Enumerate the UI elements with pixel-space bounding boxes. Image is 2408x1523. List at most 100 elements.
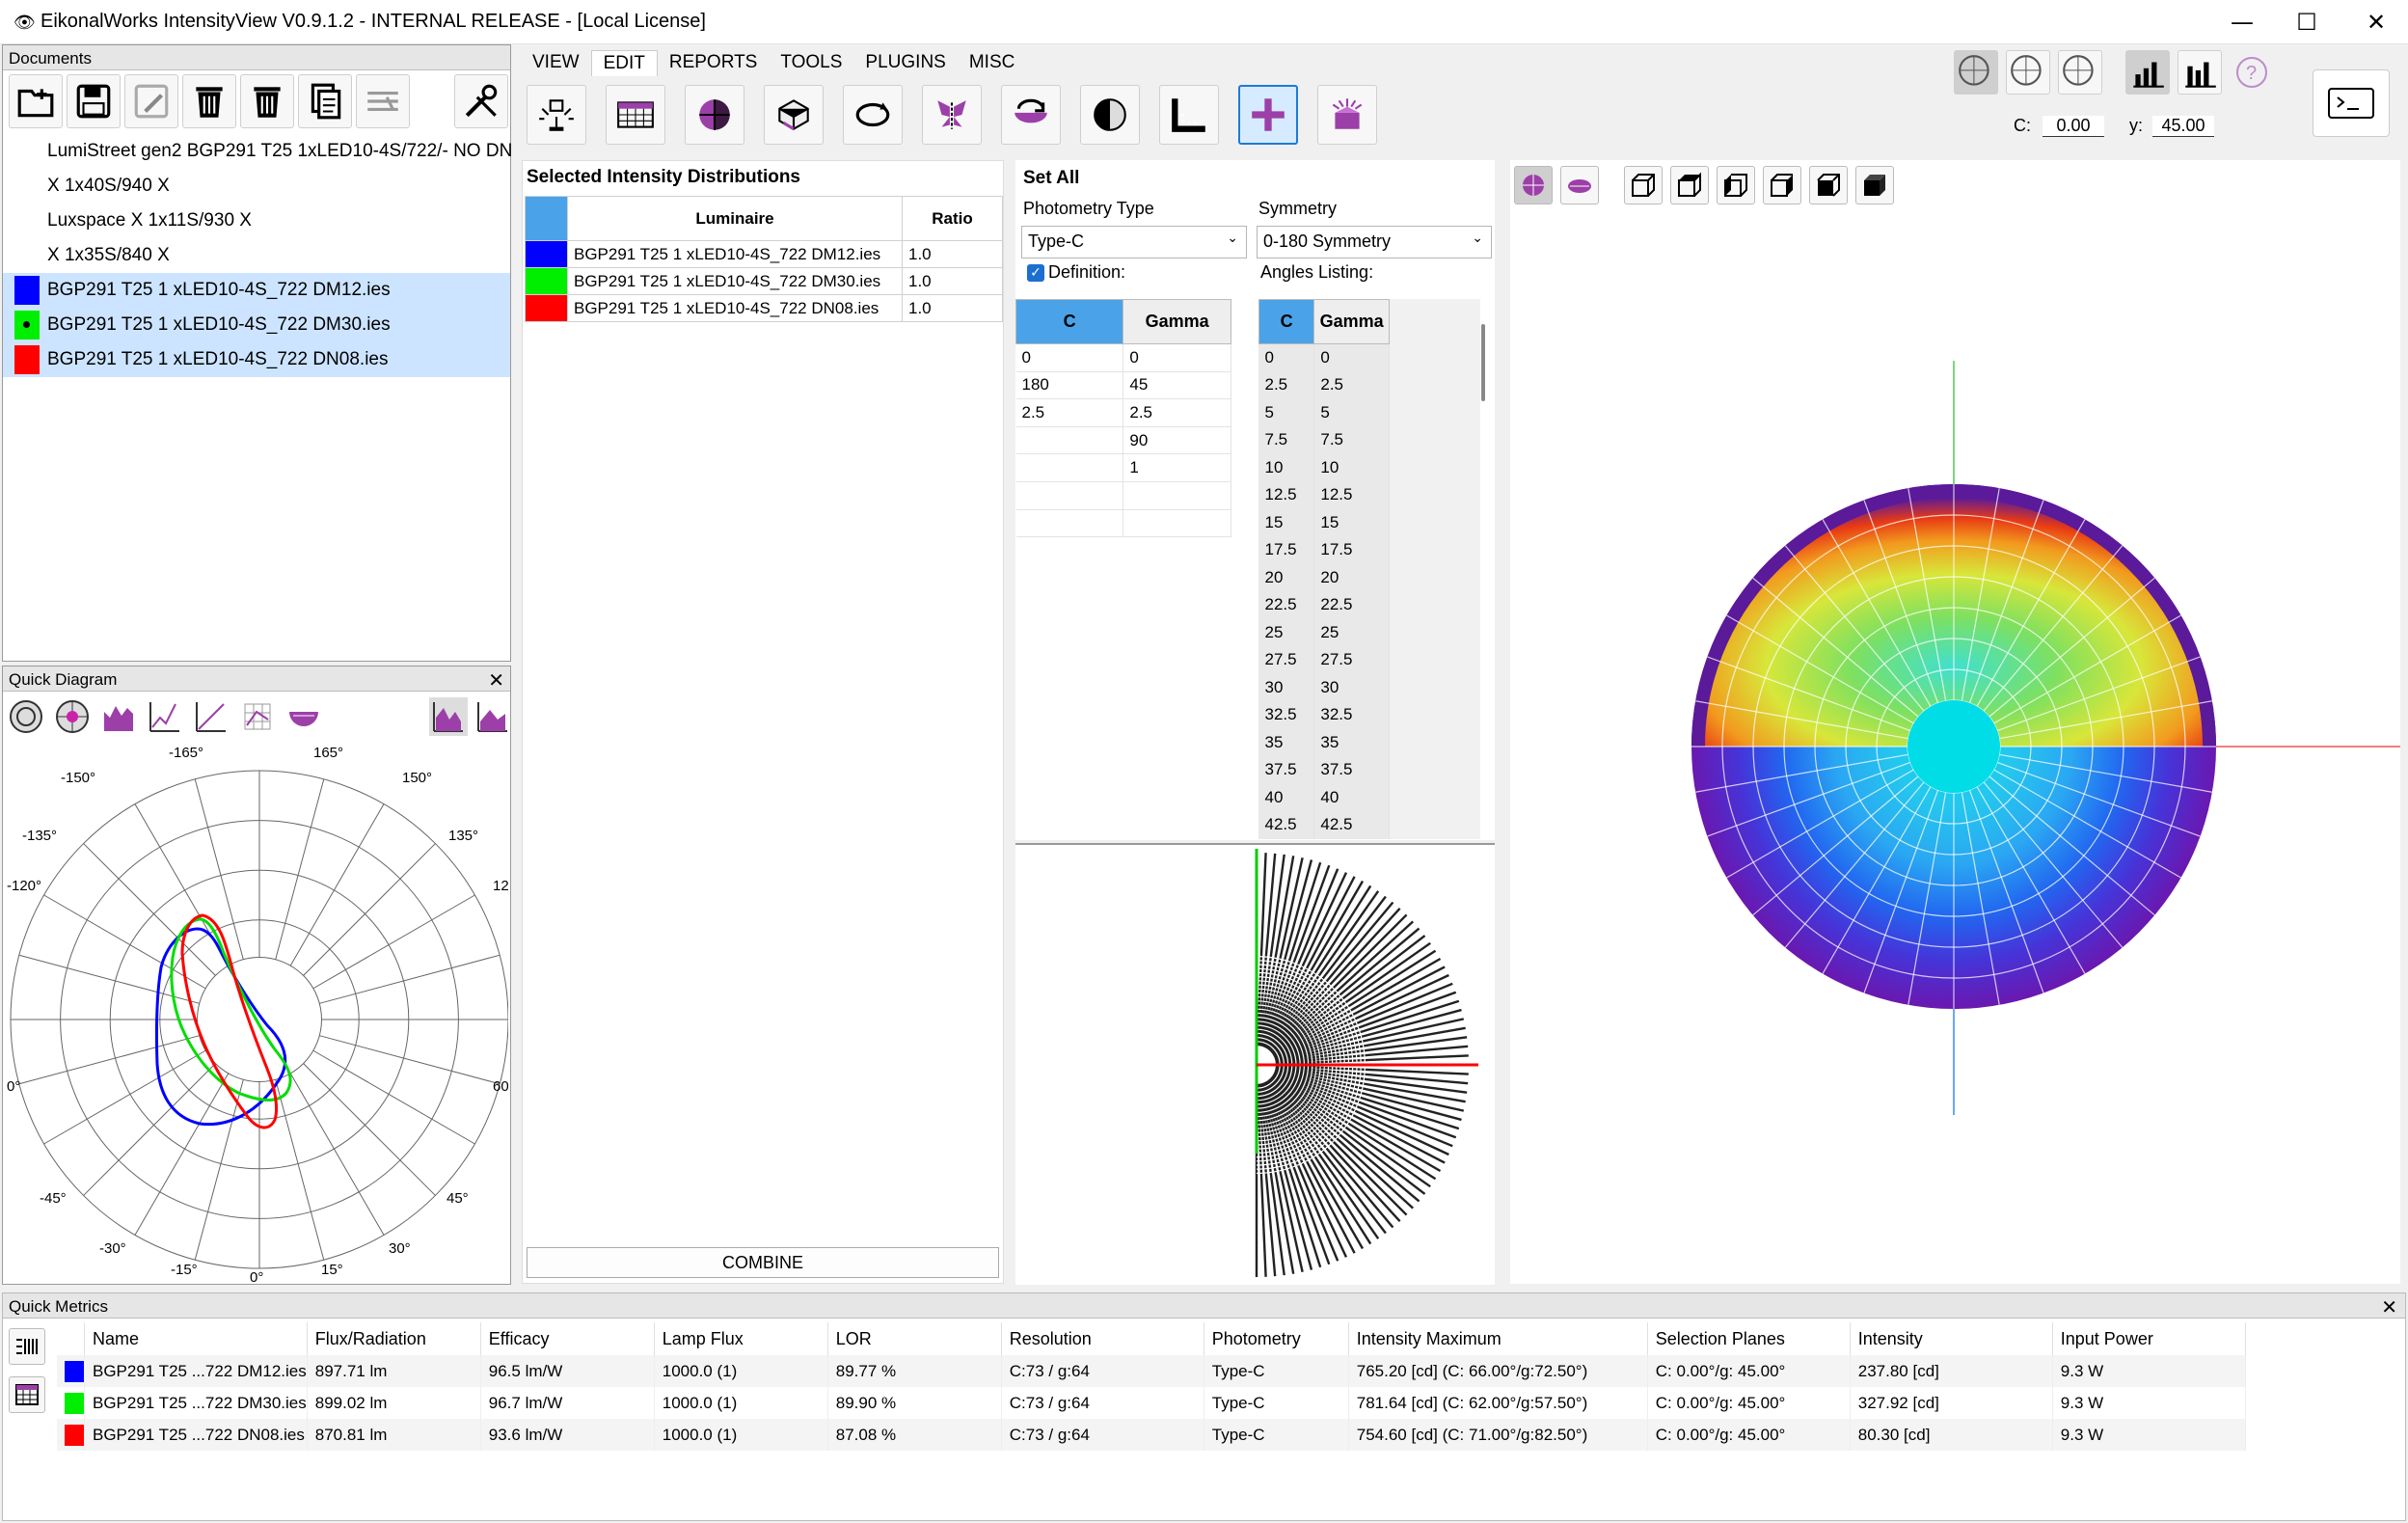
table-row[interactable]: 00 — [1258, 343, 1390, 371]
list-item[interactable]: X 1x40S/940 X — [3, 169, 510, 204]
c-value[interactable]: 2.5 — [1015, 398, 1124, 427]
list-item[interactable]: BGP291 T25 1 xLED10-4S_722 DN08.ies — [3, 342, 510, 377]
column-header[interactable]: Name — [84, 1322, 308, 1355]
area-chart-alt-button[interactable] — [473, 697, 512, 736]
list-item[interactable]: BGP291 T25 1 xLED10-4S_722 DM30.ies — [3, 308, 510, 342]
gamma-value[interactable]: 0 — [1123, 343, 1231, 372]
globe-b-beta-button[interactable] — [2006, 50, 2050, 95]
sphere-view-button[interactable] — [1514, 166, 1553, 204]
maximize-button[interactable]: ☐ — [2272, 0, 2341, 44]
angles-scrollbar[interactable] — [1481, 324, 1485, 401]
gamma-value[interactable]: 45 — [1123, 371, 1231, 400]
ratio-value[interactable]: 1.0 — [902, 240, 1003, 268]
list-item[interactable]: Luxspace X 1x11S/930 X — [3, 204, 510, 238]
list-item[interactable]: BGP291 T25 1 xLED10-4S_722 DM12.ies — [3, 273, 510, 308]
table-row[interactable] — [1015, 509, 1231, 538]
table-row[interactable]: 15 15 — [1258, 508, 1390, 536]
table-row[interactable]: 55 — [1258, 398, 1390, 426]
cumulative-button[interactable] — [192, 697, 230, 736]
ratio-value[interactable]: 1.0 — [902, 267, 1003, 295]
gamma-value[interactable]: 90 — [1123, 426, 1231, 455]
table-row[interactable]: 25 25 — [1258, 618, 1390, 646]
table-row[interactable]: 27.5 27.5 — [1258, 646, 1390, 674]
ratio-value[interactable]: 1.0 — [902, 294, 1003, 322]
gamma-value[interactable] — [1123, 509, 1231, 538]
table-row[interactable]: 90 — [1015, 426, 1231, 455]
table-row[interactable]: 32.5 32.5 — [1258, 701, 1390, 729]
delete-button[interactable] — [182, 74, 236, 128]
gamma-value[interactable]: 2.5 — [1123, 398, 1231, 427]
table-row[interactable]: BGP291 T25 ...722 DM30.ies 899.02 lm 96.7 … — [57, 1387, 2246, 1419]
flip-button[interactable] — [1001, 85, 1061, 145]
table-row[interactable]: 2.5 2.5 — [1015, 398, 1231, 427]
table-row[interactable]: 12.5 12.5 — [1258, 481, 1390, 509]
table-row[interactable]: BGP291 T25 1 xLED10-4S_722 DM30.ies 1.0 — [525, 267, 1003, 295]
gamma-value[interactable]: 1 — [1123, 453, 1231, 482]
c-value[interactable]: 180 — [1015, 371, 1124, 400]
save-button[interactable] — [67, 74, 121, 128]
delete-all-button[interactable] — [240, 74, 294, 128]
quick-metrics-close-button[interactable]: ✕ — [2381, 1295, 2397, 1319]
table-row[interactable]: BGP291 T25 ...722 DM12.ies 897.71 lm 96.5 … — [57, 1355, 2246, 1387]
chart-mode-button[interactable] — [2125, 50, 2170, 95]
sphere-button[interactable] — [685, 85, 744, 145]
cube-view-1-button[interactable] — [1624, 166, 1663, 204]
save-as-button[interactable] — [124, 74, 178, 128]
table-button[interactable] — [606, 85, 665, 145]
list-item[interactable]: X 1x35S/840 X — [3, 238, 510, 273]
c-coordinate-input[interactable]: 0.00 — [2043, 116, 2104, 137]
column-header[interactable]: Selection Planes — [1647, 1322, 1851, 1355]
cube-view-4-button[interactable] — [1763, 166, 1801, 204]
table-row[interactable]: 00 — [1015, 343, 1231, 372]
table-row[interactable]: 37.5 37.5 — [1258, 756, 1390, 784]
globe-c-gamma-button[interactable] — [1954, 50, 1998, 95]
table-row[interactable]: 17.5 17.5 — [1258, 536, 1390, 564]
menu-plugins[interactable]: PLUGINS — [853, 50, 957, 76]
isolux-button[interactable] — [238, 697, 277, 736]
c-value[interactable] — [1015, 509, 1124, 538]
menu-misc[interactable]: MISC — [958, 50, 1027, 76]
export-box-button[interactable] — [1317, 85, 1377, 145]
polar-diagram-button[interactable] — [7, 697, 45, 736]
c-value[interactable] — [1015, 426, 1124, 455]
open-folder-button[interactable] — [9, 74, 63, 128]
console-button[interactable] — [2313, 69, 2390, 137]
luminaire-button[interactable] — [527, 85, 586, 145]
cube-view-2-button[interactable] — [1670, 166, 1709, 204]
c-value[interactable] — [1015, 453, 1124, 482]
mirror-button[interactable] — [922, 85, 982, 145]
table-row[interactable]: BGP291 T25 1 xLED10-4S_722 DN08.ies 1.0 — [525, 294, 1003, 322]
column-header[interactable]: Flux/Radiation — [307, 1322, 481, 1355]
column-header[interactable]: Intensity — [1850, 1322, 2053, 1355]
polar-grid-button[interactable] — [53, 697, 92, 736]
cube-view-6-button[interactable] — [1855, 166, 1894, 204]
menu-tools[interactable]: TOOLS — [769, 50, 853, 76]
column-header[interactable]: Intensity Maximum — [1348, 1322, 1648, 1355]
definition-checkbox[interactable]: ✓ — [1027, 264, 1044, 282]
table-row[interactable]: 40 40 — [1258, 783, 1390, 811]
compare-button[interactable] — [356, 74, 410, 128]
list-item[interactable]: LumiStreet gen2 BGP291 T25 1xLED10-4S/72… — [3, 134, 512, 169]
column-header[interactable]: Resolution — [1001, 1322, 1204, 1355]
settings-tools-button[interactable] — [454, 74, 508, 128]
column-header[interactable]: Efficacy — [480, 1322, 655, 1355]
rotate-button[interactable] — [843, 85, 903, 145]
cube-view-5-button[interactable] — [1809, 166, 1848, 204]
table-row[interactable]: 7.5 7.5 — [1258, 426, 1390, 454]
table-row[interactable]: 10 10 — [1258, 453, 1390, 481]
table-row[interactable]: 42.5 42.5 — [1258, 811, 1390, 839]
symmetry-select[interactable]: 0-180 Symmetry ⌄ — [1257, 226, 1492, 258]
histogram-button[interactable] — [99, 697, 138, 736]
c-value[interactable]: 0 — [1015, 343, 1124, 372]
copy-button[interactable] — [298, 74, 352, 128]
c-value[interactable] — [1015, 481, 1124, 510]
column-header[interactable]: Lamp Flux — [654, 1322, 828, 1355]
table-row[interactable]: BGP291 T25 ...722 DN08.ies 870.81 lm 93.6 … — [57, 1419, 2246, 1451]
add-combine-button[interactable] — [1238, 85, 1298, 145]
table-row[interactable]: BGP291 T25 1 xLED10-4S_722 DM12.ies 1.0 — [525, 240, 1003, 268]
half-button[interactable] — [1080, 85, 1140, 145]
table-row[interactable]: 2.5 2.5 — [1258, 371, 1390, 399]
photometry-type-select[interactable]: Type-C ⌄ — [1021, 226, 1247, 258]
table-row[interactable]: 35 35 — [1258, 728, 1390, 756]
table-row[interactable]: 180 45 — [1015, 371, 1231, 400]
